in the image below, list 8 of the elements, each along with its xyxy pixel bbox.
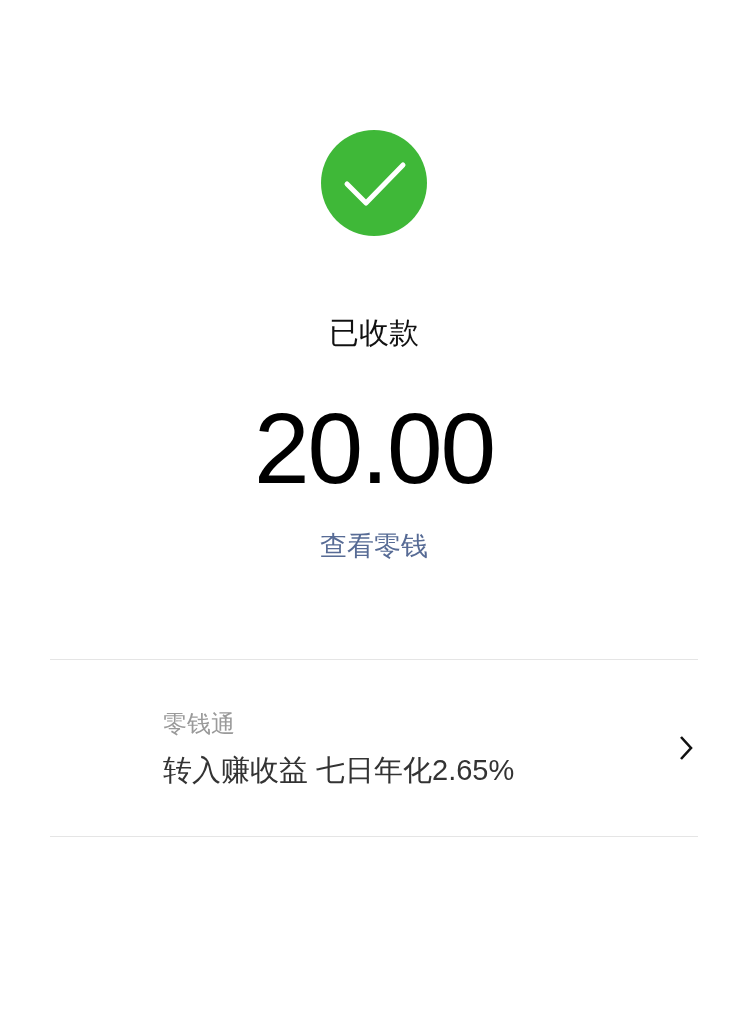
status-title: 已收款: [329, 315, 419, 351]
success-check-icon: [321, 130, 427, 236]
amount: 20.00: [253, 398, 495, 498]
promo-row[interactable]: 零钱通 转入赚收益 七日年化2.65%: [50, 660, 698, 836]
chevron-right-icon: [678, 735, 694, 761]
promo-title: 零钱通: [163, 709, 236, 739]
promo-text: 转入赚收益 七日年化2.65%: [163, 753, 516, 788]
view-balance-link[interactable]: 查看零钱: [320, 528, 428, 564]
